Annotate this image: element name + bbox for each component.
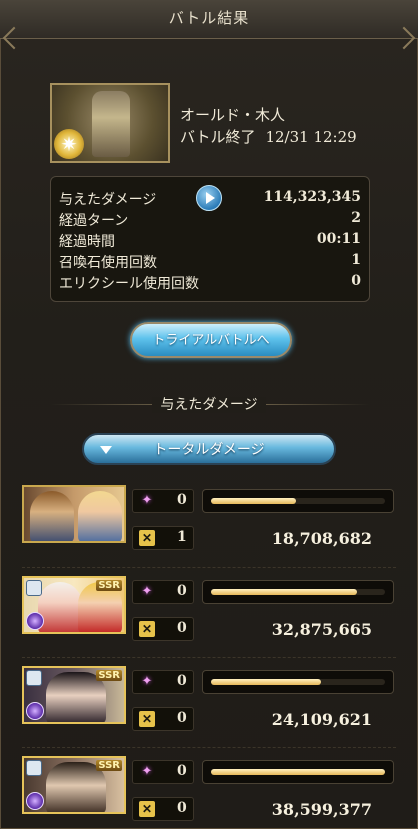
water-element-icon [26, 580, 42, 596]
skill-star-icon: ✦ [141, 764, 153, 779]
page-title: バトル結果 [168, 9, 250, 27]
battle-end-info: バトル終了 12/31 12:29 [180, 126, 357, 147]
ougi-cross-icon: ✕ [139, 801, 155, 817]
ougi-count-box: ✕ 0 [132, 707, 194, 731]
stat-row-turns: 経過ターン 2 [59, 210, 361, 230]
damage-share-fill [211, 769, 385, 775]
damage-section-title: 与えたダメージ [0, 394, 418, 414]
water-element-icon [26, 760, 42, 776]
skill-star-icon: ✦ [141, 584, 153, 599]
boss-thumbnail: ✷ [50, 83, 170, 163]
total-damage-dropdown[interactable]: トータルダメージ [82, 433, 336, 465]
damage-share-bar [202, 580, 394, 604]
row-divider [22, 657, 396, 659]
water-element-icon [26, 670, 42, 686]
ougi-count: 0 [177, 800, 187, 816]
party-member-row: SSR ✦ 0 ✕ 0 24,109,621 [22, 666, 396, 738]
party-portrait-icon[interactable]: SSR [22, 576, 126, 634]
caret-down-icon [100, 446, 112, 454]
stat-value: 2 [351, 210, 361, 226]
damage-share-fill [211, 679, 321, 685]
boss-figure-icon [92, 91, 130, 157]
dark-element-icon [26, 702, 44, 720]
ougi-count: 0 [177, 710, 187, 726]
party-member-row: SSR ✦ 0 ✕ 0 38,599,377 [22, 756, 396, 828]
skill-count-box: ✦ 0 [132, 670, 194, 694]
ougi-count-box: ✕ 0 [132, 797, 194, 821]
stat-label: 与えたダメージ [59, 192, 157, 208]
character-portrait-icon [78, 491, 122, 541]
skill-count: 0 [177, 492, 187, 508]
stat-row-summons: 召喚石使用回数 1 [59, 252, 361, 272]
battle-end-label: バトル終了 [180, 128, 256, 146]
damage-share-fill [211, 589, 357, 595]
light-element-medal-icon: ✷ [54, 129, 84, 159]
party-portrait-icon[interactable] [22, 485, 126, 543]
skill-count-box: ✦ 0 [132, 489, 194, 513]
stat-row-time: 経過時間 00:11 [59, 231, 361, 251]
skill-count-box: ✦ 0 [132, 580, 194, 604]
damage-share-bar [202, 760, 394, 784]
title-bar: バトル結果 [0, 0, 418, 50]
ougi-cross-icon: ✕ [139, 711, 155, 727]
battle-end-time: 12/31 12:29 [265, 128, 357, 146]
skill-star-icon: ✦ [141, 493, 153, 508]
ougi-count-box: ✕ 0 [132, 617, 194, 641]
boss-name: オールド・木人 [180, 106, 286, 124]
ougi-cross-icon: ✕ [139, 621, 155, 637]
skill-count: 0 [177, 673, 187, 689]
damage-share-bar [202, 489, 394, 513]
member-damage: 38,599,377 [271, 800, 372, 819]
replay-play-icon[interactable] [196, 185, 222, 211]
member-damage: 32,875,665 [271, 620, 372, 639]
stat-label: 経過ターン [59, 213, 129, 229]
dark-element-icon [26, 612, 44, 630]
damage-share-bar [202, 670, 394, 694]
stat-label: エリクシール使用回数 [59, 276, 199, 292]
rarity-badge: SSR [96, 580, 122, 591]
rarity-badge: SSR [96, 760, 122, 771]
stat-value: 114,323,345 [263, 189, 361, 205]
character-portrait-icon [38, 582, 82, 632]
party-portrait-icon[interactable]: SSR [22, 666, 126, 724]
skill-star-icon: ✦ [141, 674, 153, 689]
character-portrait-icon [30, 491, 74, 541]
stat-value: 00:11 [316, 231, 361, 247]
party-portrait-icon[interactable]: SSR [22, 756, 126, 814]
stat-label: 経過時間 [59, 234, 115, 250]
party-member-row: SSR ✦ 0 ✕ 0 32,875,665 [22, 576, 396, 648]
ougi-cross-icon: ✕ [139, 530, 155, 546]
party-member-row: ✦ 0 ✕ 1 18,708,682 [22, 485, 396, 557]
skill-count-box: ✦ 0 [132, 760, 194, 784]
member-damage: 18,708,682 [271, 529, 372, 548]
row-divider [22, 747, 396, 749]
trial-battle-button[interactable]: トライアルバトルへ [130, 322, 292, 358]
stat-value: 1 [351, 252, 361, 268]
rarity-badge: SSR [96, 670, 122, 681]
row-divider [22, 567, 396, 569]
stat-row-elixir: エリクシール使用回数 0 [59, 273, 361, 293]
total-damage-label: トータルダメージ [153, 442, 265, 458]
stat-label: 召喚石使用回数 [59, 255, 157, 271]
skill-count: 0 [177, 583, 187, 599]
dark-element-icon [26, 792, 44, 810]
ougi-count: 0 [177, 620, 187, 636]
skill-count: 0 [177, 763, 187, 779]
ougi-count: 1 [177, 529, 187, 545]
damage-share-fill [211, 498, 296, 504]
member-damage: 24,109,621 [271, 710, 372, 729]
stat-value: 0 [351, 273, 361, 289]
ougi-count-box: ✕ 1 [132, 526, 194, 550]
